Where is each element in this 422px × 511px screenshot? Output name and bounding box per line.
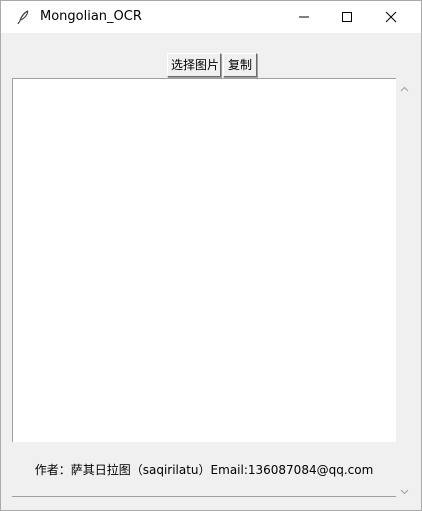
- title-bar[interactable]: Mongolian_OCR: [1, 1, 421, 33]
- author-credit: 作者：萨其日拉图（saqirilatu）Email:136087084@qq.c…: [34, 463, 374, 477]
- scroll-up-button[interactable]: [396, 78, 413, 95]
- feather-icon: [15, 9, 31, 25]
- vertical-scrollbar[interactable]: [396, 78, 413, 498]
- window-title: Mongolian_OCR: [40, 9, 142, 24]
- toolbar: 选择图片 复制: [1, 33, 421, 79]
- maximize-button[interactable]: [324, 1, 370, 33]
- close-icon: [385, 8, 397, 27]
- copy-button[interactable]: 复制: [223, 53, 257, 77]
- select-image-button[interactable]: 选择图片: [167, 53, 221, 77]
- app-window: Mongolian_OCR 选择图片 复制 作者：萨其日拉图（saqirilat…: [0, 0, 422, 511]
- maximize-icon: [341, 8, 353, 27]
- ocr-text-area[interactable]: [12, 78, 396, 442]
- chevron-down-icon: [400, 480, 409, 499]
- footer: 作者：萨其日拉图（saqirilatu）Email:136087084@qq.c…: [12, 442, 396, 496]
- close-button[interactable]: [368, 1, 414, 33]
- minimize-icon: [298, 8, 310, 27]
- minimize-button[interactable]: [281, 1, 327, 33]
- chevron-up-icon: [400, 77, 409, 96]
- scroll-down-button[interactable]: [396, 481, 413, 498]
- divider: [12, 496, 396, 497]
